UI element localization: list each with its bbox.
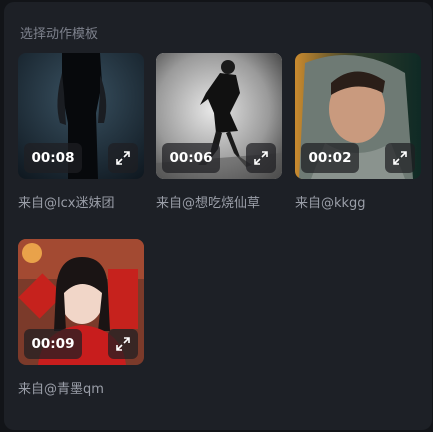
expand-icon (254, 151, 268, 165)
expand-button[interactable] (385, 143, 415, 173)
expand-icon (393, 151, 407, 165)
expand-button[interactable] (108, 329, 138, 359)
template-caption: 来自@kkgg (295, 196, 366, 211)
expand-button[interactable] (108, 143, 138, 173)
template-thumbnail[interactable]: 00:06 (156, 53, 282, 179)
template-panel: 选择动作模板 00:08 来自@lcx迷妹团 00:06 来自@想吃烧仙草 00… (4, 2, 432, 430)
template-caption: 来自@青墨qm (18, 382, 104, 397)
template-thumbnail[interactable]: 00:09 (18, 239, 144, 365)
template-caption: 来自@lcx迷妹团 (18, 196, 115, 211)
expand-icon (116, 151, 130, 165)
expand-icon (116, 337, 130, 351)
duration-badge: 00:02 (301, 143, 359, 173)
duration-badge: 00:09 (24, 329, 82, 359)
duration-badge: 00:06 (162, 143, 220, 173)
template-thumbnail[interactable]: 00:02 (295, 53, 421, 179)
template-thumbnail[interactable]: 00:08 (18, 53, 144, 179)
expand-button[interactable] (246, 143, 276, 173)
template-caption: 来自@想吃烧仙草 (156, 196, 261, 211)
duration-badge: 00:08 (24, 143, 82, 173)
panel-title: 选择动作模板 (20, 27, 99, 42)
